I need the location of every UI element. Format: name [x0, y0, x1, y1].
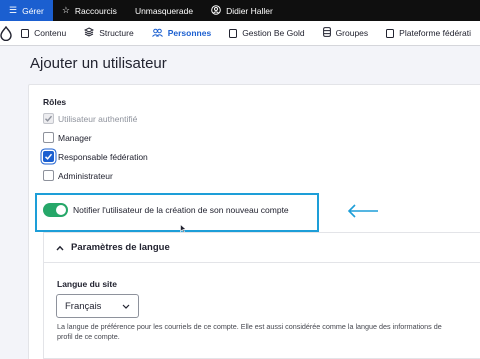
menu-icon: ☰	[9, 5, 18, 15]
tray-item-label: Personnes	[167, 28, 212, 38]
notify-user-toggle-row[interactable]: Notifier l'utilisateur de la création de…	[43, 203, 289, 217]
tray-item-plateforme-federation[interactable]: Plateforme fédérati	[377, 21, 480, 45]
checkbox[interactable]	[43, 132, 54, 143]
tray-item-contenu[interactable]: Contenu	[12, 21, 75, 45]
chevron-down-icon	[122, 304, 130, 309]
site-language-help: La langue de préférence pour les courrie…	[57, 322, 442, 341]
checkbox-label[interactable]: Administrateur	[58, 171, 113, 181]
language-settings-summary[interactable]: Paramètres de langue	[56, 242, 170, 253]
drupal-drop-icon[interactable]	[0, 21, 12, 45]
toolbar-item-user[interactable]: Didier Haller	[202, 0, 282, 21]
toolbar-item-label: Didier Haller	[226, 5, 273, 16]
role-checkbox-manager[interactable]: Manager	[43, 132, 92, 143]
toolbar-item-gerer[interactable]: ☰ Gérer	[0, 0, 53, 21]
admin-tray: Contenu Structure Personnes Gestion Be G…	[0, 21, 480, 46]
arrow-left-icon	[347, 204, 378, 218]
tray-item-label: Gestion Be Gold	[242, 28, 305, 38]
checkbox-label[interactable]: Responsable fédération	[58, 152, 148, 162]
tray-item-label: Groupes	[335, 28, 369, 38]
checkbox[interactable]	[43, 170, 54, 181]
database-icon	[322, 27, 331, 39]
layers-icon	[84, 27, 95, 39]
role-checkbox-administrateur[interactable]: Administrateur	[43, 170, 113, 181]
toolbar-item-label: Unmasquerade	[134, 5, 194, 16]
tray-item-structure[interactable]: Structure	[75, 21, 143, 45]
tray-item-personnes[interactable]: Personnes	[143, 21, 220, 45]
tray-item-gestion-be-gold[interactable]: Gestion Be Gold	[220, 21, 313, 45]
checkbox-icon	[229, 28, 238, 38]
role-checkbox-responsable-federation[interactable]: Responsable fédération	[43, 151, 148, 162]
chevron-up-icon	[56, 245, 64, 250]
checkbox-icon	[386, 28, 395, 38]
toolbar-item-raccourcis[interactable]: ☆ Raccourcis	[53, 0, 126, 21]
language-settings-title: Paramètres de langue	[71, 242, 170, 253]
star-icon: ☆	[61, 5, 70, 15]
tray-item-groupes[interactable]: Groupes	[314, 21, 378, 45]
checkbox[interactable]	[43, 151, 54, 162]
user-icon	[211, 4, 221, 17]
notify-user-toggle[interactable]	[43, 203, 68, 217]
site-language-value: Français	[65, 300, 102, 312]
toolbar-item-unmasquerade[interactable]: Unmasquerade	[126, 0, 202, 21]
role-checkbox-authenticated: Utilisateur authentifié	[43, 113, 137, 124]
toolbar-item-label: Gérer	[22, 5, 44, 16]
toolbar-item-label: Raccourcis	[74, 5, 117, 16]
divider	[44, 262, 480, 263]
checkbox	[43, 113, 54, 124]
document-icon	[21, 28, 30, 38]
roles-label: Rôles	[43, 97, 67, 107]
checkbox-label[interactable]: Manager	[58, 133, 92, 143]
site-language-label: Langue du site	[57, 279, 117, 289]
tray-item-label: Contenu	[34, 28, 67, 38]
tray-item-label: Plateforme fédérati	[399, 28, 471, 38]
admin-toolbar: ☰ Gérer ☆ Raccourcis Unmasquerade Didier…	[0, 0, 480, 21]
checkbox-label: Utilisateur authentifié	[58, 113, 138, 124]
site-language-select[interactable]: Français	[56, 294, 139, 318]
tray-item-label: Structure	[99, 28, 134, 38]
page-title: Ajouter un utilisateur	[30, 55, 167, 72]
people-icon	[151, 28, 163, 39]
notify-user-label[interactable]: Notifier l'utilisateur de la création de…	[73, 205, 289, 215]
